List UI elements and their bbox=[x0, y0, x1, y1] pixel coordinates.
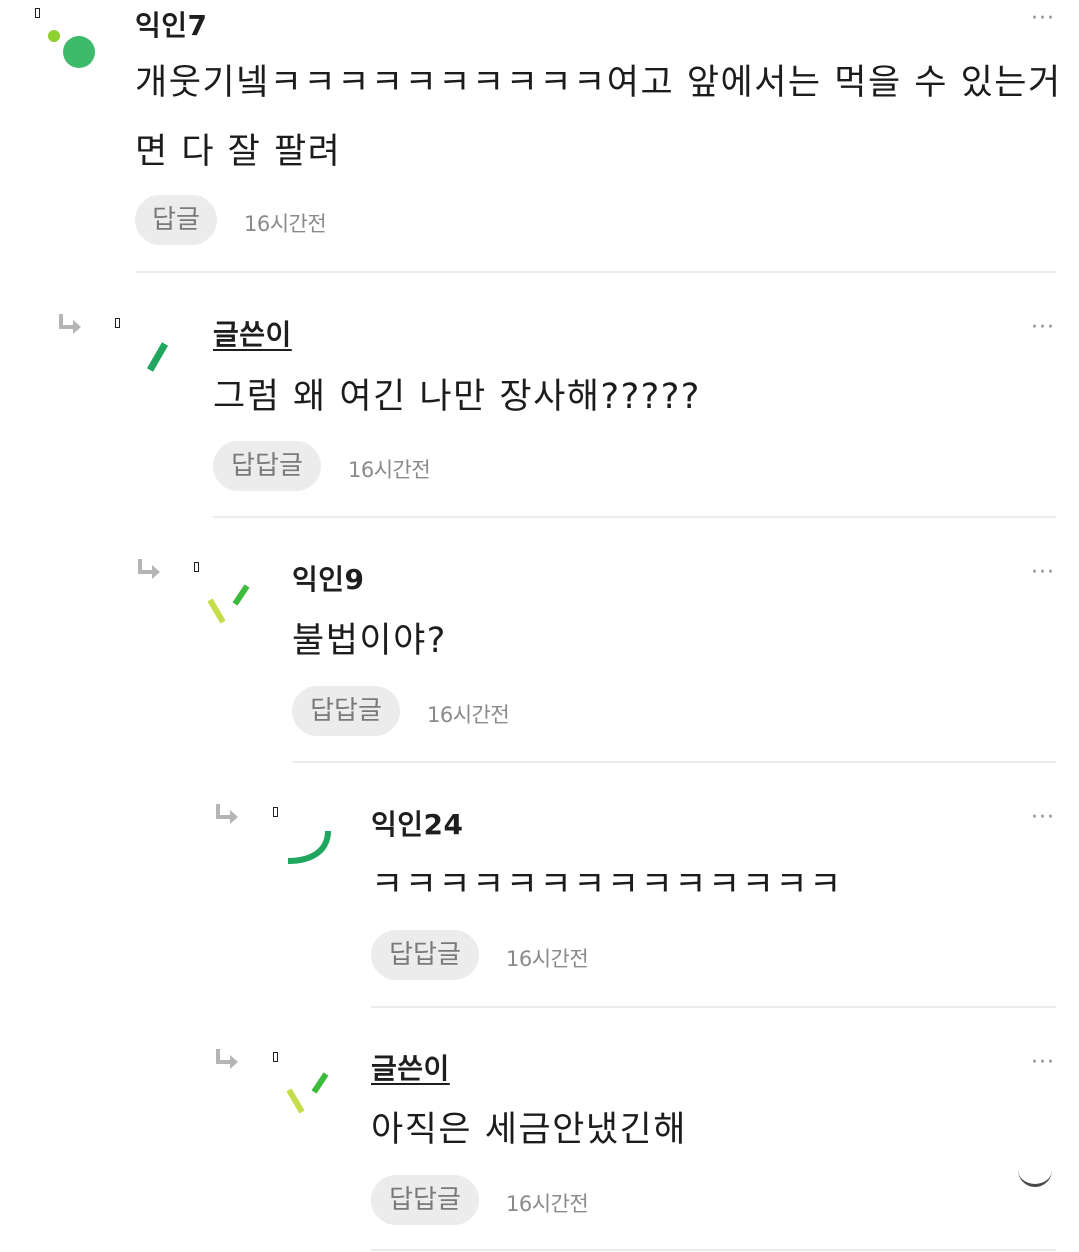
small-square-icon bbox=[115, 318, 120, 328]
divider bbox=[292, 761, 1056, 763]
reply-button[interactable]: 답답글 bbox=[371, 930, 479, 980]
comment-text-line: 개웃기넼ㅋㅋㅋㅋㅋㅋㅋㅋㅋㅋ여고 앞에서는 먹을 수 있는거 bbox=[135, 63, 1062, 103]
more-options-icon[interactable]: ··· bbox=[1031, 1052, 1055, 1074]
reply-button[interactable]: 답답글 bbox=[213, 441, 321, 491]
timestamp: 16시간전 bbox=[427, 703, 510, 727]
avatar-icon bbox=[287, 830, 331, 864]
reply-arrow-icon bbox=[216, 1049, 238, 1069]
reply-button[interactable]: 답글 bbox=[135, 195, 217, 245]
more-options-icon[interactable]: ··· bbox=[1031, 8, 1055, 30]
avatar-icon bbox=[286, 1072, 329, 1114]
comment-author[interactable]: 익인9 bbox=[292, 558, 365, 598]
reply-arrow-icon bbox=[138, 559, 160, 579]
comment-author[interactable]: 글쓴이 bbox=[213, 313, 292, 353]
floating-button-edge[interactable] bbox=[1018, 1166, 1052, 1187]
small-square-icon bbox=[194, 562, 199, 572]
divider bbox=[213, 516, 1056, 518]
reply-button[interactable]: 답답글 bbox=[371, 1175, 479, 1225]
reply-button[interactable]: 답답글 bbox=[292, 686, 400, 736]
comment-text-line: ㅋㅋㅋㅋㅋㅋㅋㅋㅋㅋㅋㅋㅋㅋ bbox=[371, 865, 843, 905]
comment-author[interactable]: 익인24 bbox=[371, 803, 464, 843]
comment-text-line: 면 다 잘 팔려 bbox=[135, 132, 342, 172]
more-options-icon[interactable]: ··· bbox=[1031, 562, 1055, 584]
timestamp: 16시간전 bbox=[506, 1192, 589, 1216]
timestamp: 16시간전 bbox=[506, 947, 589, 971]
comment-author[interactable]: 글쓴이 bbox=[371, 1047, 450, 1087]
small-square-icon bbox=[35, 8, 40, 18]
timestamp: 16시간전 bbox=[244, 212, 327, 236]
divider bbox=[371, 1249, 1056, 1251]
comment-author[interactable]: 익인7 bbox=[135, 4, 208, 44]
timestamp: 16시간전 bbox=[348, 458, 431, 482]
avatar-icon bbox=[48, 30, 95, 68]
comment-text-line: 아직은 세금안냈긴해 bbox=[371, 1110, 687, 1150]
reply-arrow-icon bbox=[59, 314, 81, 334]
avatar-icon bbox=[207, 584, 250, 624]
divider bbox=[135, 271, 1056, 273]
reply-arrow-icon bbox=[216, 804, 238, 824]
small-square-icon bbox=[273, 807, 278, 817]
divider bbox=[371, 1006, 1056, 1008]
comment-text-line: 그럼 왜 여긴 나만 장사해????? bbox=[213, 377, 701, 417]
more-options-icon[interactable]: ··· bbox=[1031, 807, 1055, 829]
more-options-icon[interactable]: ··· bbox=[1031, 317, 1055, 339]
comment-text-line: 불법이야? bbox=[292, 621, 447, 661]
comment-item: 익인7 ··· 개웃기넼ㅋㅋㅋㅋㅋㅋㅋㅋㅋㅋ여고 앞에서는 먹을 수 있는거 면… bbox=[0, 0, 1079, 273]
avatar-icon bbox=[146, 342, 169, 372]
small-square-icon bbox=[273, 1052, 278, 1062]
